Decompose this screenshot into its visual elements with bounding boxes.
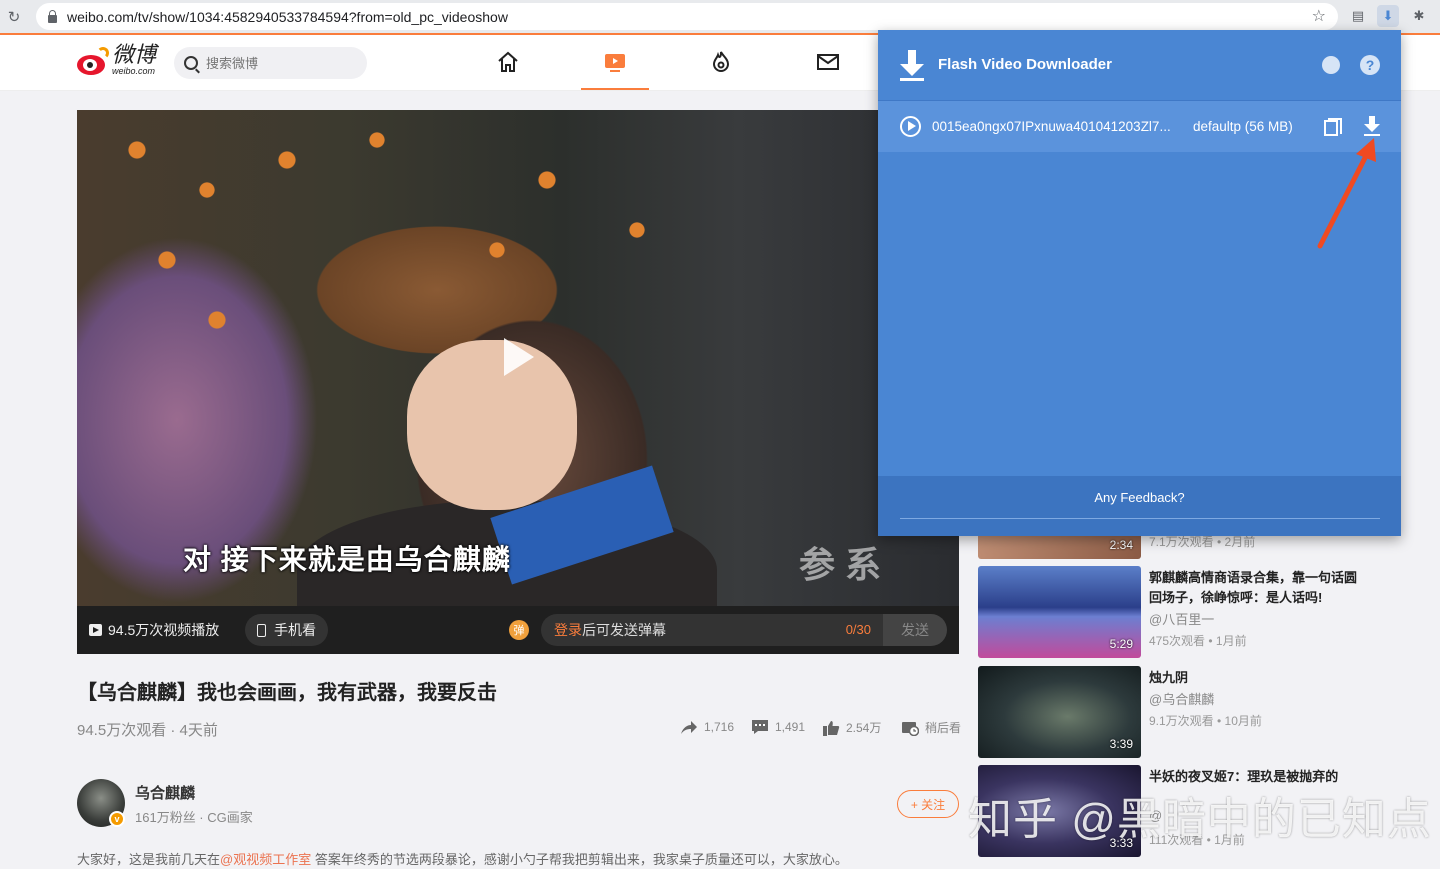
rec-author[interactable]: @乌合麒麟 [1149,689,1214,708]
extensions-puzzle-icon[interactable]: ✱ [1408,5,1430,27]
danmu-input[interactable]: 登录 后可发送弹幕 0/30 [541,614,883,646]
share-icon [681,721,697,734]
danmu-char-count: 0/30 [845,622,871,637]
weibo-eye-icon [75,46,109,75]
feedback-link[interactable]: Any Feedback? [878,490,1401,505]
rec-author[interactable]: @八百里一 [1149,609,1214,628]
help-icon[interactable]: ? [1360,55,1380,75]
desc-suffix: 答案年终秀的节选两段暴论，感谢小勺子帮我把剪辑出来，我家桌子质量还可以，大家放心… [311,852,848,867]
video-frame-face [407,340,577,510]
address-bar[interactable]: weibo.com/tv/show/1034:4582940533784594?… [36,3,1338,30]
annotation-arrow [1317,138,1376,249]
watch-on-mobile-label: 手机看 [274,622,316,638]
desc-mention-link[interactable]: @观视频工作室 [220,852,311,867]
watch-on-mobile-button[interactable]: 手机看 [245,614,328,646]
lock-icon [48,9,57,23]
like-button[interactable]: 2.54万 [822,719,881,736]
phone-icon [257,623,266,637]
rec-title[interactable]: 烛九阴 [1149,668,1364,688]
search-input[interactable] [206,55,356,71]
play-count-text: 94.5万次视频播放 [108,622,220,638]
bookmark-star-icon[interactable]: ☆ [1312,6,1326,26]
popup-footer: Any Feedback? [878,476,1401,536]
danmu-send-button[interactable]: 发送 [883,614,947,646]
comment-button[interactable]: 1,491 [751,719,805,735]
rec-title[interactable]: 郭麒麟高情商语录合集，靠一句话圆回场子，徐峥惊呼：是人话吗! [1149,568,1364,608]
author-name[interactable]: 乌合麒麟 [135,782,195,803]
feedback-divider [900,518,1380,519]
comment-icon [752,720,768,734]
settings-gear-icon[interactable] [1322,56,1340,74]
flash-downloader-extension-icon[interactable]: ⬇ [1377,5,1399,27]
watch-later-label: 稍后看 [925,721,962,735]
reload-icon[interactable]: ↻ [0,8,28,26]
rec-thumbnail[interactable]: 3:39 [978,666,1141,758]
play-count: 94.5万次视频播放 [89,620,219,640]
thumbs-up-icon [823,720,840,736]
rec-duration: 5:29 [1109,637,1133,651]
video-brand-watermark: 参 系 [799,544,882,585]
danmu-prompt: 后可发送弹幕 [582,622,666,638]
url-text: weibo.com/tv/show/1034:4582940533784594?… [67,8,508,25]
share-count: 1,716 [704,720,735,734]
weibo-logo[interactable]: 微博 weibo.com [75,45,156,76]
search-box[interactable] [174,47,367,79]
tab-search-icon[interactable]: ▤ [1347,5,1369,27]
nav-home-icon[interactable] [493,47,523,77]
nav-message-icon[interactable] [813,47,843,77]
nav-hot-icon[interactable] [706,47,736,77]
desc-prefix: 大家好，这是我前几天在 [77,852,221,867]
video-quality-size: defaultp (56 MB) [1193,119,1293,134]
flash-video-downloader-popup: Flash Video Downloader ? 0015ea0ngx07IPx… [878,30,1401,536]
follow-button[interactable]: + 关注 [897,790,959,818]
popup-title: Flash Video Downloader [938,56,1112,73]
logo-text-en: weibo.com [112,66,156,76]
rec-item[interactable]: 5:29 郭麒麟高情商语录合集，靠一句话圆回场子，徐峥惊呼：是人话吗! @八百里… [978,566,1398,658]
watch-later-icon [902,721,919,736]
rec-duration: 3:39 [1109,737,1133,751]
video-description: 大家好，这是我前几天在@观视频工作室 答案年终秀的节选两段暴论，感谢小勺子帮我把… [77,849,848,868]
share-button[interactable]: 1,716 [680,719,734,735]
watch-later-button[interactable]: 稍后看 [901,719,961,736]
video-subtitle: 对 接下来就是由乌合麒麟 [183,544,511,575]
rec-thumbnail[interactable]: 5:29 [978,566,1141,658]
zhihu-watermark: 知乎 @黑暗中的已知点 [968,795,1432,844]
rec-stat: 9.1万次观看 • 10月前 [1149,714,1262,728]
video-frame-foliage [77,110,677,350]
rec-duration: 2:34 [1109,538,1133,552]
rec-stat: 475次观看 • 1月前 [1149,634,1247,648]
popup-header: Flash Video Downloader ? [878,30,1401,100]
search-icon [184,56,198,70]
rec-item[interactable]: 3:39 烛九阴 @乌合麒麟 9.1万次观看 • 10月前 [978,666,1398,758]
logo-text-cn: 微博 [112,43,157,68]
browser-toolbar: ↻ weibo.com/tv/show/1034:458294053378459… [0,0,1440,33]
video-player[interactable]: 对 接下来就是由乌合麒麟 参 系 @ [77,110,959,606]
play-count-icon [89,624,102,636]
danmu-login-link[interactable]: 登录 [554,620,582,640]
like-count: 2.54万 [846,721,882,735]
video-title: 【乌合麒麟】我也会画画，我有武器，我要反击 [77,682,497,704]
danmu-toggle-icon[interactable]: 弹 [509,620,529,640]
comment-count: 1,491 [775,720,806,734]
verified-badge-icon: v [109,811,125,827]
video-meta: 94.5万次观看 · 4天前 [77,722,218,739]
download-logo-icon [900,50,924,81]
video-control-bar: 94.5万次视频播放 手机看 弹 登录 后可发送弹幕 0/30 发送 [77,606,959,654]
preview-play-icon[interactable] [900,116,921,137]
nav-active-indicator [581,88,649,90]
author-followers: 161万粉丝 · CG画家 [135,810,253,825]
video-file-name: 0015ea0ngx07IPxnuwa401041203Zl7... [932,119,1171,134]
play-icon[interactable] [504,338,534,376]
nav-video-icon[interactable] [600,47,630,77]
